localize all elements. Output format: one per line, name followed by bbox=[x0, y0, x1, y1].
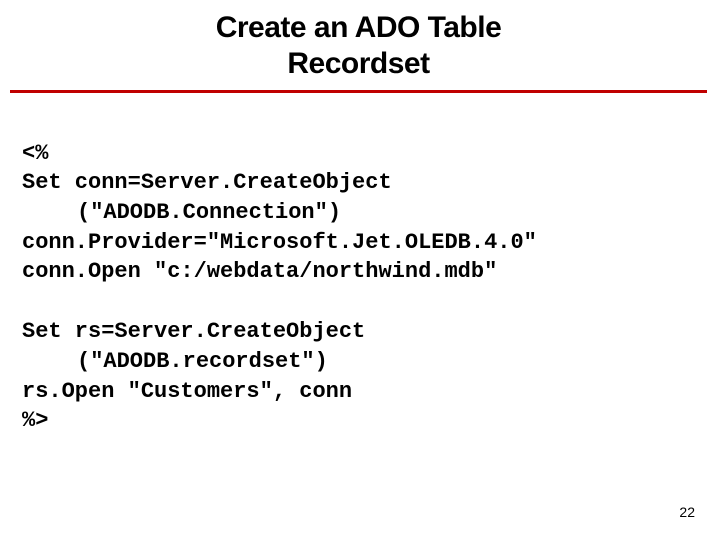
code-line: conn.Open "c:/webdata/northwind.mdb" bbox=[22, 259, 497, 284]
code-line: conn.Provider="Microsoft.Jet.OLEDB.4.0" bbox=[22, 230, 537, 255]
title-underline bbox=[10, 90, 707, 93]
slide-title: Create an ADO Table Recordset bbox=[0, 0, 717, 90]
code-line: Set rs=Server.CreateObject bbox=[22, 319, 365, 344]
title-line-2: Recordset bbox=[0, 46, 717, 82]
blank-line bbox=[22, 287, 707, 317]
code-line: %> bbox=[22, 408, 48, 433]
code-line: <% bbox=[22, 141, 48, 166]
page-number: 22 bbox=[679, 504, 695, 520]
title-line-1: Create an ADO Table bbox=[0, 10, 717, 46]
code-line-indent: ("ADODB.Connection") bbox=[22, 198, 707, 228]
code-line: rs.Open "Customers", conn bbox=[22, 379, 352, 404]
code-line: Set conn=Server.CreateObject bbox=[22, 170, 392, 195]
code-block: <% Set conn=Server.CreateObject ("ADODB.… bbox=[0, 109, 717, 436]
code-line-indent: ("ADODB.recordset") bbox=[22, 347, 707, 377]
